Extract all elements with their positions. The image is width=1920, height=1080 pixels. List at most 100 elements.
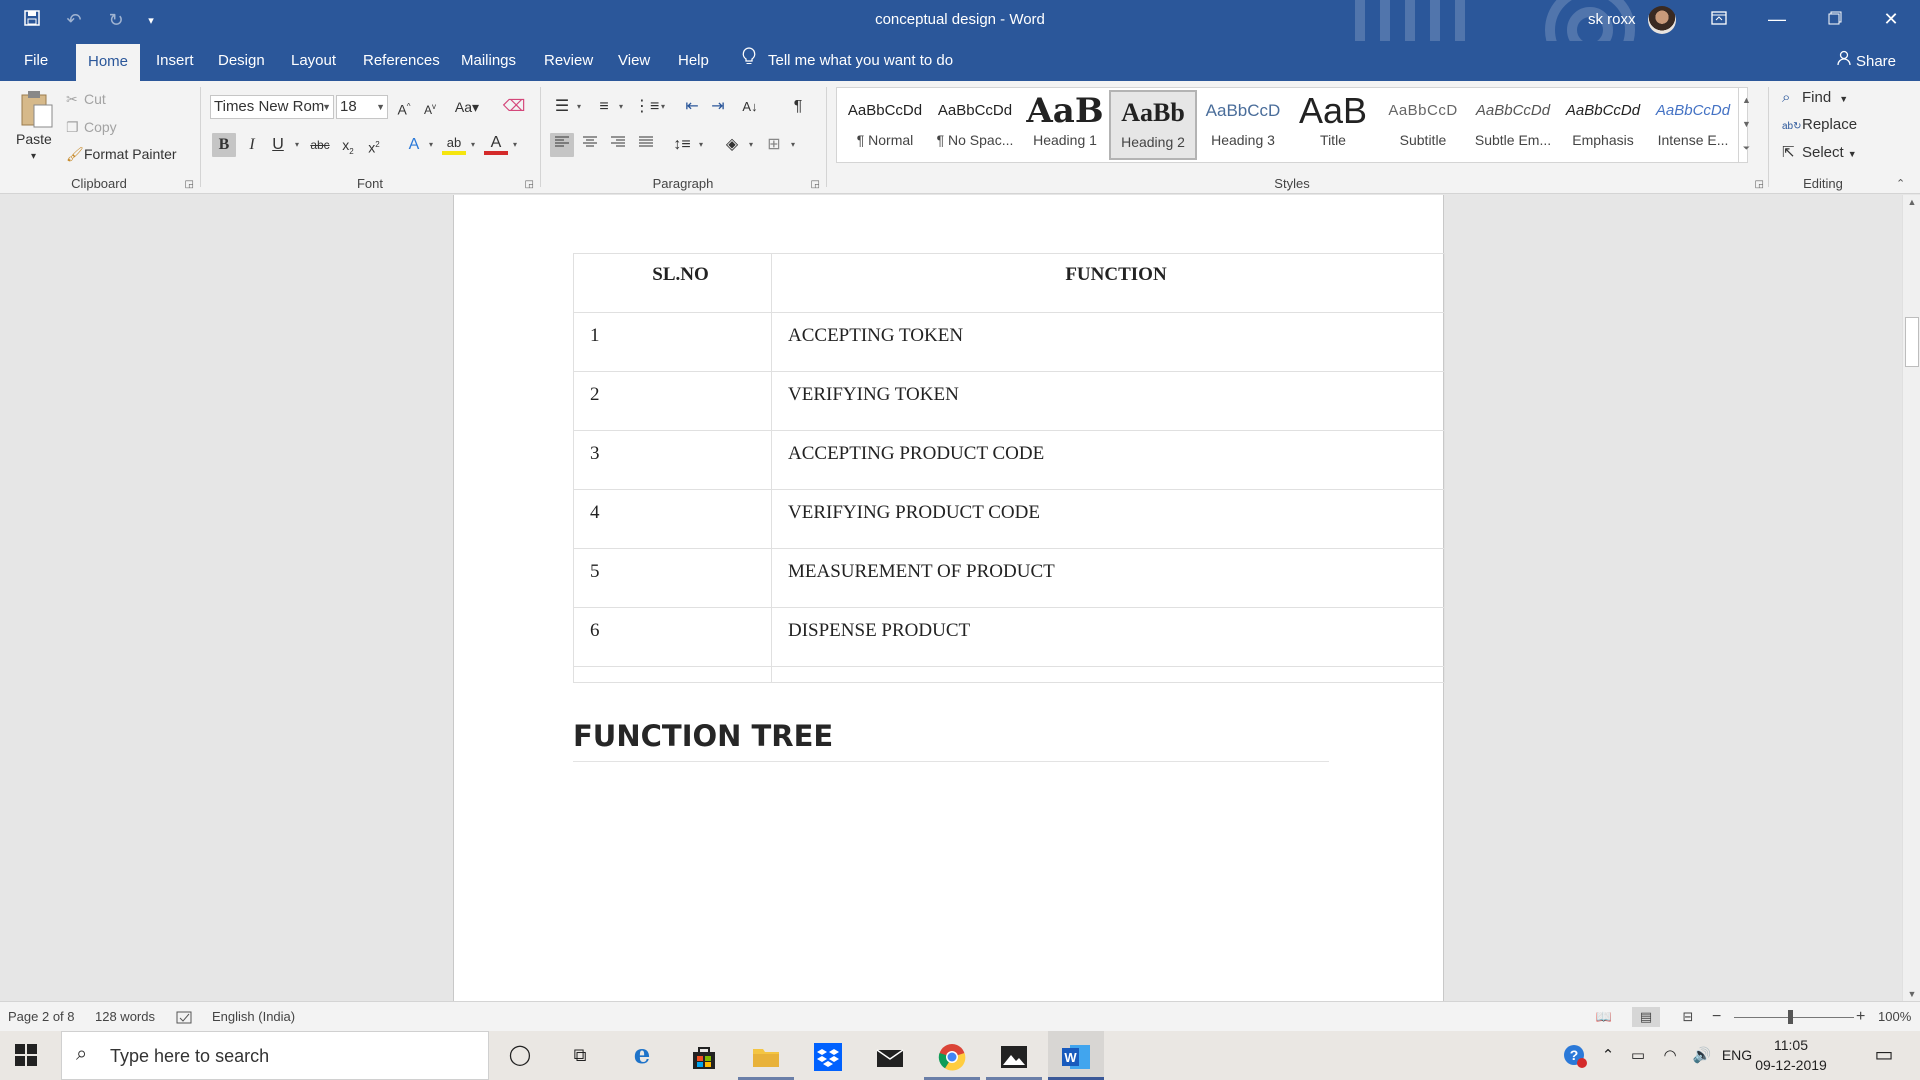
file-explorer-icon[interactable] <box>738 1031 794 1080</box>
redo-icon[interactable]: ↻ <box>102 10 130 31</box>
share-button[interactable]: Share <box>1836 41 1896 81</box>
chevron-down-icon[interactable]: ▼ <box>1739 112 1754 136</box>
style-heading-3[interactable]: AaBbCcD Heading 3 <box>1199 90 1287 160</box>
select-button[interactable]: ⇱ Select ▼ <box>1782 143 1857 161</box>
maximize-icon[interactable] <box>1806 0 1864 41</box>
cortana-icon[interactable]: ◯ <box>492 1031 548 1080</box>
tab-references[interactable]: References <box>351 41 452 81</box>
tab-home[interactable]: Home <box>76 44 141 81</box>
scrollbar-thumb[interactable] <box>1905 317 1919 367</box>
close-icon[interactable]: ✕ <box>1862 0 1920 41</box>
word-icon[interactable]: W <box>1048 1031 1104 1080</box>
tab-layout[interactable]: Layout <box>279 41 348 81</box>
read-mode-icon[interactable]: 📖 <box>1590 1007 1618 1027</box>
input-language[interactable]: ENG <box>1720 1031 1754 1080</box>
store-icon[interactable] <box>676 1031 732 1080</box>
tab-file[interactable]: File <box>12 41 60 81</box>
style-heading-1[interactable]: AaB Heading 1 <box>1021 90 1109 160</box>
replace-button[interactable]: ab↻Replace <box>1782 116 1857 133</box>
style-normal[interactable]: AaBbCcDd ¶ Normal <box>841 90 929 160</box>
zoom-level[interactable]: 100% <box>1878 1002 1911 1032</box>
word-count[interactable]: 128 words <box>95 1002 155 1032</box>
task-view-icon[interactable]: ⧉ <box>552 1031 608 1080</box>
svg-text:W: W <box>1064 1050 1077 1065</box>
gallery-more-icon[interactable]: ⏷ <box>1739 136 1754 160</box>
vertical-scrollbar[interactable]: ▲ ▼ <box>1902 195 1920 1001</box>
battery-icon[interactable]: ▭ <box>1624 1031 1652 1080</box>
tab-view[interactable]: View <box>606 41 662 81</box>
style-no-spacing[interactable]: AaBbCcDd ¶ No Spac... <box>931 90 1019 160</box>
mail-icon[interactable] <box>862 1031 918 1080</box>
tab-review[interactable]: Review <box>532 41 605 81</box>
windows-start-icon[interactable] <box>14 1043 38 1067</box>
document-heading[interactable]: FUNCTION TREE <box>573 719 1329 762</box>
tab-mailings[interactable]: Mailings <box>449 41 528 81</box>
save-icon[interactable] <box>18 10 46 31</box>
clock[interactable]: 11:05 09-12-2019 <box>1752 1035 1830 1075</box>
help-notification-icon[interactable]: ? <box>1560 1031 1590 1080</box>
language-indicator[interactable]: English (India) <box>212 1002 295 1032</box>
zoom-slider-thumb[interactable] <box>1788 1010 1793 1024</box>
style-heading-2[interactable]: AaBb Heading 2 <box>1109 90 1197 160</box>
photos-icon[interactable] <box>986 1031 1042 1080</box>
notification-icon[interactable]: ▭ <box>1864 1031 1904 1080</box>
table-cell[interactable]: 4 <box>573 489 772 549</box>
zoom-out-icon[interactable]: − <box>1712 1002 1721 1032</box>
scroll-down-icon[interactable]: ▼ <box>1903 989 1920 999</box>
status-bar: Page 2 of 8 128 words English (India) 📖 … <box>0 1001 1920 1031</box>
replace-label: Replace <box>1802 116 1858 133</box>
table-cell[interactable]: 6 <box>573 607 772 667</box>
table-cell[interactable]: ACCEPTING TOKEN <box>771 312 1445 372</box>
style-title[interactable]: AaB Title <box>1289 90 1377 160</box>
style-subtitle[interactable]: AaBbCcD Subtitle <box>1379 90 1467 160</box>
customize-qat-icon[interactable]: ▾ <box>144 14 158 27</box>
page-count[interactable]: Page 2 of 8 <box>8 1002 75 1032</box>
tab-help[interactable]: Help <box>666 41 721 81</box>
user-name[interactable]: sk roxx <box>1588 0 1636 41</box>
table-cell[interactable]: MEASUREMENT OF PRODUCT <box>771 548 1445 608</box>
chrome-icon[interactable] <box>924 1031 980 1080</box>
zoom-in-icon[interactable]: + <box>1856 1002 1865 1032</box>
volume-icon[interactable]: 🔊 <box>1688 1031 1716 1080</box>
dropbox-icon[interactable] <box>800 1031 856 1080</box>
proofing-icon[interactable] <box>176 1002 194 1032</box>
minimize-icon[interactable]: — <box>1748 0 1806 41</box>
table-cell[interactable]: VERIFYING TOKEN <box>771 371 1445 431</box>
edge-icon[interactable]: e <box>614 1031 670 1080</box>
collapse-ribbon-icon[interactable]: ⌃ <box>1896 177 1905 190</box>
ribbon-display-icon[interactable] <box>1690 0 1748 41</box>
chevron-up-icon[interactable]: ⌃ <box>1596 1031 1620 1080</box>
find-button[interactable]: ⌕ Find ▼ <box>1782 89 1848 106</box>
table-header-cell[interactable]: FUNCTION <box>771 253 1445 313</box>
style-intense-emphasis[interactable]: AaBbCcDd Intense E... <box>1649 90 1737 160</box>
table-cell[interactable] <box>573 666 772 683</box>
undo-icon[interactable]: ↶ <box>60 10 88 31</box>
avatar[interactable] <box>1648 6 1676 34</box>
web-layout-icon[interactable]: ⊟ <box>1674 1007 1702 1027</box>
document-page[interactable]: SL.NO FUNCTION 1 ACCEPTING TOKEN 2 VERIF… <box>453 195 1445 1001</box>
zoom-slider[interactable] <box>1734 1017 1854 1018</box>
tab-design[interactable]: Design <box>206 41 277 81</box>
table-cell[interactable]: 5 <box>573 548 772 608</box>
table-cell[interactable]: ACCEPTING PRODUCT CODE <box>771 430 1445 490</box>
table-cell[interactable]: VERIFYING PRODUCT CODE <box>771 489 1445 549</box>
table-cell[interactable]: 2 <box>573 371 772 431</box>
print-layout-icon[interactable]: ▤ <box>1632 1007 1660 1027</box>
table-cell[interactable]: 3 <box>573 430 772 490</box>
style-emphasis[interactable]: AaBbCcDd Emphasis <box>1559 90 1647 160</box>
tab-insert[interactable]: Insert <box>144 41 206 81</box>
chevron-up-icon[interactable]: ▲ <box>1739 88 1754 112</box>
table-header-cell[interactable]: SL.NO <box>573 253 772 313</box>
table-cell[interactable]: 1 <box>573 312 772 372</box>
tell-me-box[interactable]: Tell me what you want to do <box>738 41 953 81</box>
style-name: Subtitle <box>1399 132 1447 148</box>
taskbar: ⌕ Type here to search ◯ ⧉ e W ? ⌃ ▭ ◠ 🔊 … <box>0 1031 1920 1080</box>
styles-gallery-scroll[interactable]: ▲ ▼ ⏷ <box>1738 88 1754 162</box>
scroll-up-icon[interactable]: ▲ <box>1903 197 1920 207</box>
styles-launcher-icon[interactable]: ◲ <box>1755 179 1764 190</box>
style-subtle-emphasis[interactable]: AaBbCcDd Subtle Em... <box>1469 90 1557 160</box>
wifi-icon[interactable]: ◠ <box>1656 1031 1684 1080</box>
table-cell[interactable] <box>771 666 1445 683</box>
taskbar-search-box[interactable]: ⌕ Type here to search <box>61 1031 489 1080</box>
table-cell[interactable]: DISPENSE PRODUCT <box>771 607 1445 667</box>
